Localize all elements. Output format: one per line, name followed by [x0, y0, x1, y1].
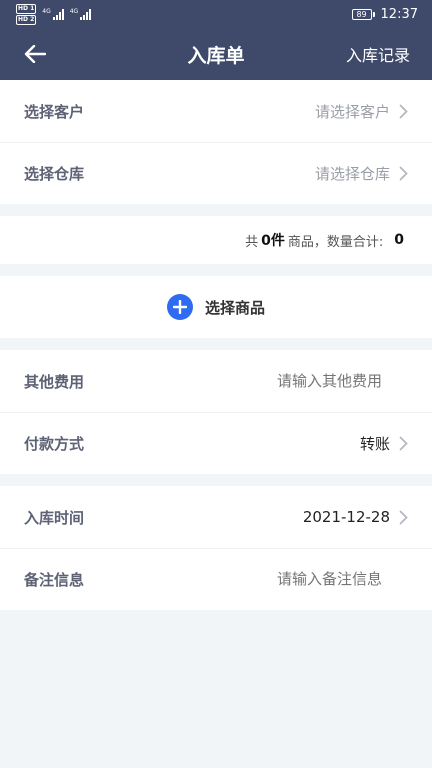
select-goods-button[interactable]: 选择商品: [0, 276, 432, 338]
other-fees-input[interactable]: [232, 372, 382, 390]
other-fees-label: 其他费用: [24, 372, 85, 391]
goods-count: 0件: [261, 233, 285, 249]
select-customer-row[interactable]: 选择客户 请选择客户: [0, 80, 432, 142]
warehouse-label: 选择仓库: [24, 164, 85, 183]
signal-icon: 4G: [42, 8, 64, 20]
status-right: 89 12:37: [351, 6, 418, 22]
arrow-left-icon: [24, 45, 46, 63]
notes-label: 备注信息: [24, 570, 85, 589]
select-goods-label: 选择商品: [204, 298, 265, 317]
goods-summary: 共 0件 商品，数量合计: 0: [0, 216, 432, 264]
quantity-total: 0: [394, 232, 404, 248]
battery-level: 89: [351, 8, 372, 20]
chevron-right-icon: [398, 509, 408, 525]
summary-middle: 商品，数量合计:: [287, 234, 384, 250]
clock: 12:37: [380, 6, 418, 22]
signal-icon-2: 4G: [70, 8, 92, 20]
summary-prefix: 共: [245, 234, 259, 250]
status-left: HD 1 HD 2 4G 4G: [16, 3, 92, 25]
chevron-right-icon: [398, 165, 408, 181]
plus-circle-icon: [166, 294, 193, 320]
notes-row: 备注信息: [0, 548, 432, 610]
other-fees-row: 其他费用: [0, 350, 432, 412]
date-notes-section: 入库时间 2021-12-28 备注信息: [0, 486, 432, 610]
hd1-badge: HD 1: [16, 3, 37, 14]
customer-placeholder: 请选择客户: [314, 102, 390, 121]
stock-in-date-value: 2021-12-28: [302, 508, 390, 526]
payment-method-row[interactable]: 付款方式 转账: [0, 412, 432, 474]
stock-in-date-row[interactable]: 入库时间 2021-12-28: [0, 486, 432, 548]
payment-method-label: 付款方式: [24, 434, 85, 453]
fees-payment-section: 其他费用 付款方式 转账: [0, 350, 432, 474]
payment-method-value: 转账: [359, 434, 390, 453]
back-button[interactable]: [20, 40, 50, 68]
stock-in-records-link[interactable]: 入库记录: [346, 42, 410, 66]
chevron-right-icon: [398, 435, 408, 451]
nav-bar: 入库单 入库记录: [0, 28, 432, 80]
status-bar: HD 1 HD 2 4G 4G 89 12:37: [0, 0, 432, 28]
stock-in-date-label: 入库时间: [24, 508, 85, 527]
hd-indicators: HD 1 HD 2: [16, 3, 37, 25]
notes-input[interactable]: [232, 570, 382, 588]
customer-label: 选择客户: [24, 102, 85, 121]
customer-warehouse-section: 选择客户 请选择客户 选择仓库 请选择仓库: [0, 80, 432, 204]
warehouse-placeholder: 请选择仓库: [314, 164, 390, 183]
select-warehouse-row[interactable]: 选择仓库 请选择仓库: [0, 142, 432, 204]
hd2-badge: HD 2: [16, 14, 37, 25]
battery-icon: 89: [351, 8, 375, 20]
chevron-right-icon: [398, 103, 408, 119]
